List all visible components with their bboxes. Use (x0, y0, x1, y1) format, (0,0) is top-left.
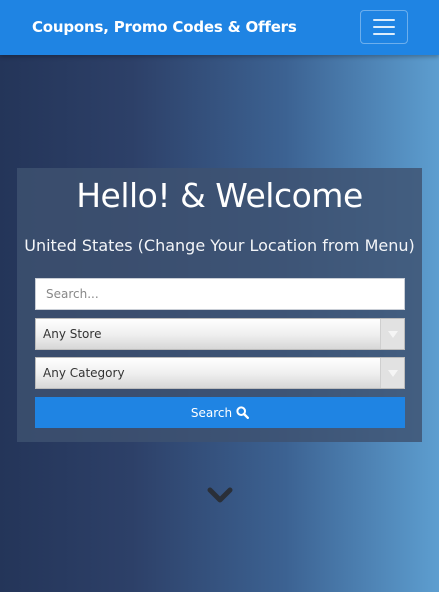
store-select-value: Any Store (43, 327, 102, 341)
top-navbar: Coupons, Promo Codes & Offers (0, 0, 439, 55)
hamburger-menu-icon (373, 33, 395, 35)
search-button-label: Search (190, 405, 233, 420)
hamburger-menu-icon (373, 26, 395, 28)
dropdown-arrow-icon[interactable] (380, 358, 404, 388)
search-input[interactable] (35, 278, 405, 310)
hamburger-menu-icon (373, 19, 395, 21)
welcome-heading: Hello! & Welcome (76, 176, 363, 215)
location-text: United States (Change Your Location from… (24, 236, 415, 255)
category-select-value: Any Category (43, 366, 125, 380)
category-select[interactable]: Any Category (35, 357, 405, 389)
chevron-down-icon[interactable] (207, 487, 233, 505)
search-button[interactable]: Search (35, 397, 405, 428)
magnifier-icon (236, 406, 250, 419)
brand-title[interactable]: Coupons, Promo Codes & Offers (32, 18, 297, 36)
menu-toggle-button[interactable] (360, 10, 408, 44)
dropdown-arrow-icon[interactable] (380, 319, 404, 349)
store-select[interactable]: Any Store (35, 318, 405, 350)
